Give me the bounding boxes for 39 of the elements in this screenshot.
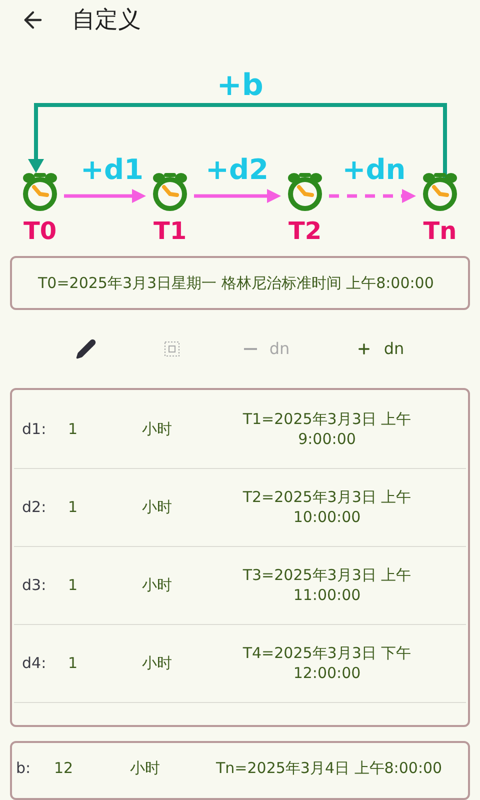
step-unit: 小时: [142, 652, 173, 674]
step-result: T1=2025年3月3日 上午 9:00:00: [242, 409, 412, 450]
select-icon: [164, 340, 180, 357]
step-name: d4:: [21, 652, 48, 674]
step-result: T4=2025年3月3日 下午 12:00:00: [242, 643, 412, 684]
step-unit: 小时: [142, 418, 173, 440]
alarm-clock-icon: [23, 172, 57, 211]
pencil-icon: [75, 338, 97, 360]
step-label: +d2: [206, 152, 268, 186]
node-label: Tn: [423, 216, 457, 245]
step-name: d3:: [21, 574, 48, 596]
step-unit: 小时: [142, 496, 173, 518]
minus-icon: [244, 348, 258, 350]
node-label: T0: [23, 216, 57, 245]
plus-icon: [356, 340, 372, 357]
step-value: 1: [68, 418, 79, 440]
step-name: b:: [15, 758, 32, 780]
step-name: d2:: [21, 496, 48, 518]
step-result: T3=2025年3月3日 上午 11:00:00: [242, 565, 412, 606]
alarm-clock-icon: [288, 172, 322, 211]
loop-label: +b: [216, 68, 264, 103]
page-title: 自定义: [72, 6, 141, 36]
step-name: d1:: [21, 418, 48, 440]
step-result: T2=2025年3月3日 上午 10:00:00: [242, 487, 412, 528]
step-value: 1: [68, 652, 79, 674]
step-result: Tn=2025年3月4日 上午8:00:00: [216, 758, 442, 780]
alarm-clock-icon: [153, 172, 187, 211]
node-label: T2: [288, 216, 322, 245]
step-value: 12: [54, 758, 74, 780]
step-label: +d1: [80, 152, 144, 186]
step-unit: 小时: [130, 758, 161, 780]
alarm-clock-icon: [423, 172, 457, 211]
start-time-field[interactable]: T0=2025年3月3日星期一 格林尼治标准时间 上午8:00:00: [10, 256, 470, 310]
step-value: 1: [68, 574, 79, 596]
add-step-button[interactable]: dn: [348, 328, 412, 369]
step-unit: 小时: [142, 574, 173, 596]
node-label: T1: [153, 216, 187, 245]
step-value: 1: [68, 496, 79, 518]
step-label: +dn: [342, 152, 406, 186]
